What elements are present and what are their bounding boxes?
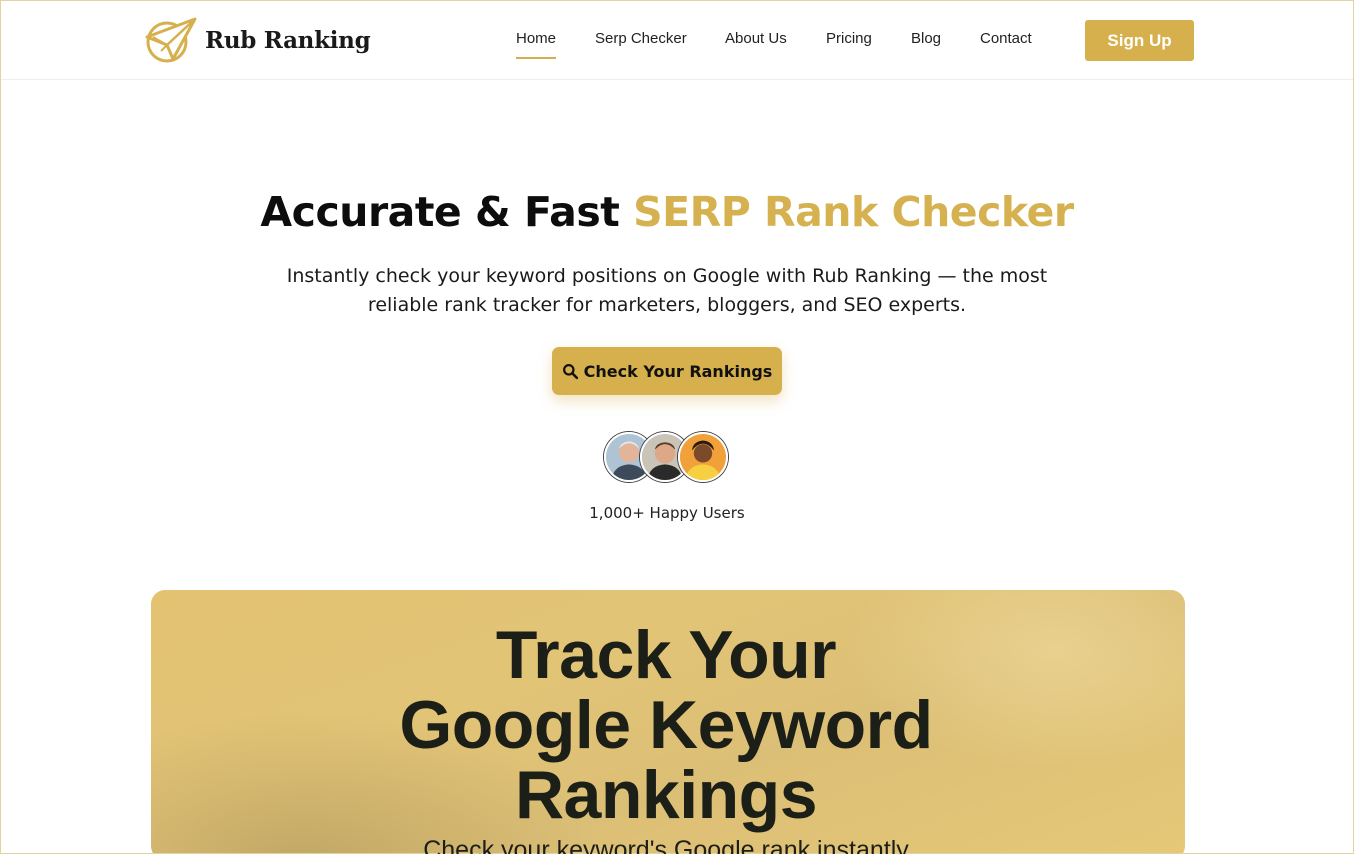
banner-subtitle: Check your keyword's Google rank instant… — [423, 836, 909, 854]
keyword-rank-banner: Track Your Google Keyword Rankings Check… — [151, 590, 1185, 854]
nav-pricing[interactable]: Pricing — [826, 30, 872, 47]
hero-title-main: Accurate & Fast — [260, 188, 634, 236]
nav-serp-checker[interactable]: Serp Checker — [595, 30, 687, 47]
check-rankings-label: Check Your Rankings — [583, 361, 773, 381]
banner-title-line3: Rankings — [514, 757, 818, 833]
banner-title-line2: Google Keyword — [399, 687, 933, 763]
nav-home[interactable]: Home — [516, 30, 557, 59]
check-rankings-button[interactable]: Check Your Rankings — [552, 347, 782, 395]
nav-contact[interactable]: Contact — [980, 30, 1032, 47]
hero-subtitle-line2: reliable rank tracker for marketers, blo… — [367, 294, 967, 316]
search-icon — [562, 363, 578, 379]
happy-users-count: 1,000+ Happy Users — [589, 504, 745, 522]
hero-subtitle-line1: Instantly check your keyword positions o… — [286, 265, 1048, 287]
sign-up-button[interactable]: Sign Up — [1085, 20, 1194, 61]
nav-about-us[interactable]: About Us — [725, 30, 787, 47]
banner-title-line1: Track Your — [495, 617, 837, 693]
user-avatars — [604, 432, 734, 484]
nav-blog[interactable]: Blog — [911, 30, 941, 47]
hero-title-accent: SERP Rank Checker — [633, 188, 1074, 236]
banner-title: Track Your Google Keyword Rankings — [151, 620, 1181, 830]
hero-subtitle: Instantly check your keyword positions o… — [277, 262, 1057, 320]
site-header: Rub Ranking Home Serp Checker About Us P… — [0, 0, 1354, 80]
hero-title: Accurate & Fast SERP Rank Checker — [0, 188, 1334, 236]
avatar-woman — [678, 432, 728, 482]
